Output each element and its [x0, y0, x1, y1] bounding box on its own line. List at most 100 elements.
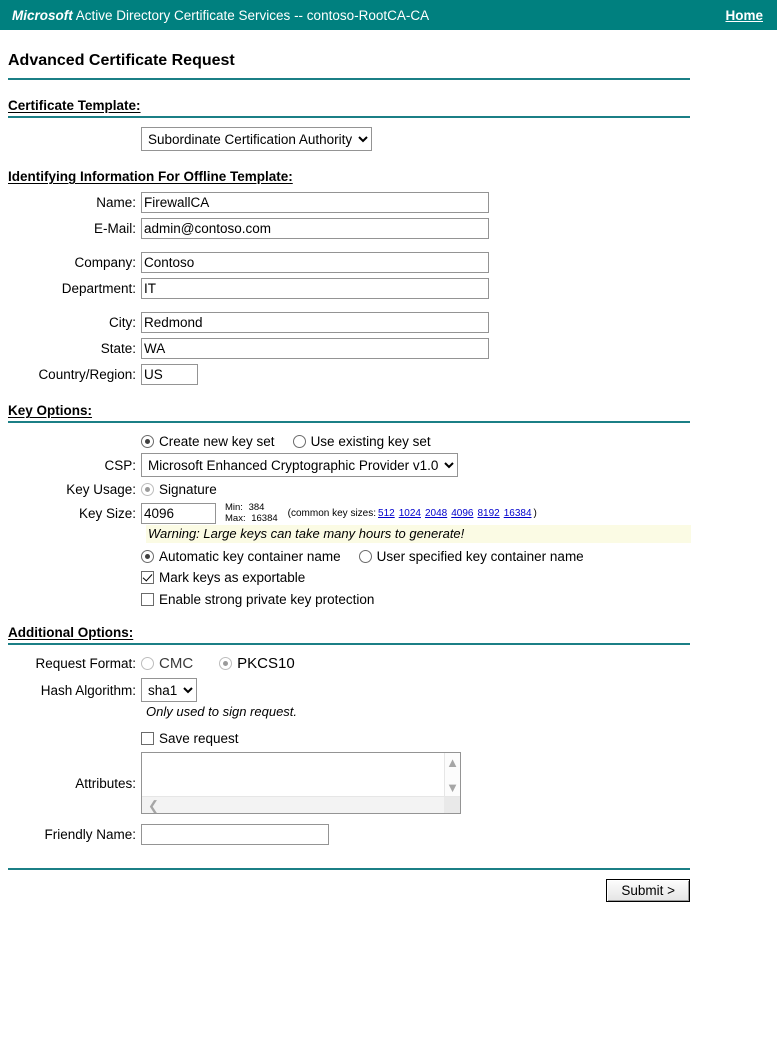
radio-create-new-key-set-label: Create new key set: [159, 434, 275, 449]
checkbox-save-request[interactable]: Save request: [141, 731, 239, 746]
radio-automatic-key-container[interactable]: Automatic key container name: [141, 549, 341, 564]
key-options-divider: [8, 421, 690, 423]
country-region-input[interactable]: [141, 364, 198, 385]
checkbox-enable-strong-private-key-protection-label: Enable strong private key protection: [159, 592, 375, 607]
page-title: Advanced Certificate Request: [8, 52, 235, 69]
field-row-city: City:: [8, 312, 777, 333]
strong-protection-row: Enable strong private key protection: [8, 592, 777, 607]
friendly-name-input[interactable]: [141, 824, 329, 845]
email-input[interactable]: [141, 218, 489, 239]
scrollbar-corner: [444, 797, 460, 813]
common-key-sizes-suffix: ): [533, 508, 537, 519]
radio-user-specified-key-container[interactable]: User specified key container name: [358, 549, 584, 564]
csp-row: CSP: Microsoft Enhanced Cryptographic Pr…: [8, 453, 777, 477]
app-title: Microsoft Active Directory Certificate S…: [12, 8, 429, 23]
radio-format-pkcs10-icon: [219, 657, 233, 670]
radio-format-cmc-label: CMC: [159, 655, 194, 672]
submit-area: Submit >: [8, 879, 690, 902]
city-label: City:: [109, 315, 136, 330]
attributes-horizontal-scrollbar[interactable]: ❮ ❯: [142, 796, 460, 813]
radio-format-pkcs10[interactable]: PKCS10: [219, 655, 295, 672]
certificate-template-divider: [8, 116, 690, 118]
hash-algorithm-row: Hash Algorithm: sha1: [8, 678, 777, 702]
scroll-left-icon[interactable]: ❮: [148, 799, 159, 812]
scroll-up-icon[interactable]: ▲: [446, 756, 459, 769]
checkbox-enable-strong-private-key-protection[interactable]: Enable strong private key protection: [141, 592, 374, 607]
section-heading-key-options: Key Options:: [8, 403, 93, 418]
common-key-size-1024[interactable]: 1024: [399, 508, 421, 519]
field-row-department: Department:: [8, 278, 777, 299]
field-row-company: Company:: [8, 252, 777, 273]
friendly-name-row: Friendly Name:: [8, 824, 777, 845]
country-region-label: Country/Region:: [38, 367, 136, 382]
checkbox-save-request-label: Save request: [159, 731, 239, 746]
friendly-name-label: Friendly Name:: [44, 827, 136, 842]
key-size-min-value: 384: [248, 502, 265, 513]
attributes-vertical-scrollbar[interactable]: ▲ ▼: [444, 753, 460, 797]
mark-exportable-row: Mark keys as exportable: [8, 570, 777, 585]
department-input[interactable]: [141, 278, 489, 299]
company-input[interactable]: [141, 252, 489, 273]
field-row-email: E-Mail:: [8, 218, 777, 239]
key-size-max-value: 16384: [251, 512, 278, 524]
key-size-label: Key Size:: [78, 506, 136, 521]
common-key-size-2048[interactable]: 2048: [425, 508, 447, 519]
certificate-template-select[interactable]: Subordinate Certification Authority: [141, 127, 372, 151]
submit-divider: [8, 868, 690, 870]
hash-algorithm-select[interactable]: sha1: [141, 678, 197, 702]
hash-algorithm-note: Only used to sign request.: [146, 704, 298, 719]
attributes-label: Attributes:: [75, 775, 136, 791]
checkbox-save-request-icon: [141, 732, 154, 745]
common-key-sizes: (common key sizes: 512 1024 2048 4096 8192 163…: [288, 508, 537, 519]
attributes-textarea-wrapper: ▲ ▼ ❮ ❯: [141, 752, 461, 814]
app-header-bar: Microsoft Active Directory Certificate S…: [0, 0, 777, 30]
request-format-row: Request Format: CMC PKCS10: [8, 655, 777, 672]
brand-label: Microsoft: [12, 7, 73, 23]
common-key-size-16384[interactable]: 16384: [504, 508, 532, 519]
field-row-state: State:: [8, 338, 777, 359]
hash-algorithm-label: Hash Algorithm:: [40, 682, 136, 698]
csp-select[interactable]: Microsoft Enhanced Cryptographic Provide…: [141, 453, 458, 477]
radio-automatic-key-container-label: Automatic key container name: [159, 549, 341, 564]
key-size-input[interactable]: [141, 503, 216, 524]
section-heading-certificate-template: Certificate Template:: [8, 98, 141, 113]
key-size-row: Key Size: Min: 384 Max: 16384 (common ke…: [8, 502, 777, 524]
radio-create-new-key-set-icon: [141, 435, 154, 448]
city-input[interactable]: [141, 312, 489, 333]
key-size-min-label: Min:: [225, 502, 243, 513]
key-usage-label: Key Usage:: [66, 482, 136, 497]
radio-use-existing-key-set-label: Use existing key set: [310, 434, 431, 449]
section-heading-additional-options: Additional Options:: [8, 625, 134, 640]
key-size-minmax: Min: 384 Max: 16384: [225, 502, 278, 524]
checkbox-mark-keys-exportable[interactable]: Mark keys as exportable: [141, 570, 305, 585]
common-key-sizes-prefix: (common key sizes:: [287, 508, 377, 519]
field-row-country: Country/Region:: [8, 364, 777, 385]
radio-use-existing-key-set[interactable]: Use existing key set: [292, 434, 431, 449]
radio-user-specified-key-container-label: User specified key container name: [376, 549, 584, 564]
home-link[interactable]: Home: [725, 8, 763, 23]
radio-format-pkcs10-label: PKCS10: [237, 655, 295, 672]
key-size-max-label: Max:: [225, 512, 246, 524]
checkbox-enable-strong-private-key-protection-icon: [141, 593, 154, 606]
common-key-size-512[interactable]: 512: [378, 508, 395, 519]
submit-button[interactable]: Submit >: [606, 879, 690, 902]
section-heading-identifying-information: Identifying Information For Offline Temp…: [8, 169, 293, 184]
scroll-down-icon[interactable]: ▼: [446, 781, 459, 794]
radio-create-new-key-set[interactable]: Create new key set: [141, 434, 275, 449]
radio-use-existing-key-set-icon: [292, 435, 306, 448]
radio-key-usage-signature[interactable]: Signature: [141, 482, 217, 497]
name-input[interactable]: [141, 192, 489, 213]
name-label: Name:: [96, 195, 136, 210]
attributes-textarea[interactable]: [142, 753, 444, 797]
radio-format-cmc[interactable]: CMC: [141, 655, 193, 672]
key-usage-row: Key Usage: Signature: [8, 482, 777, 497]
common-key-size-8192[interactable]: 8192: [477, 508, 499, 519]
state-input[interactable]: [141, 338, 489, 359]
state-label: State:: [100, 341, 136, 356]
common-key-size-4096[interactable]: 4096: [451, 508, 473, 519]
app-title-text: Active Directory Certificate Services --…: [72, 7, 430, 23]
radio-key-usage-signature-icon: [141, 483, 154, 496]
additional-options-divider: [8, 643, 690, 645]
title-divider: [8, 78, 690, 80]
key-set-row: Create new key set Use existing key set: [8, 434, 777, 449]
